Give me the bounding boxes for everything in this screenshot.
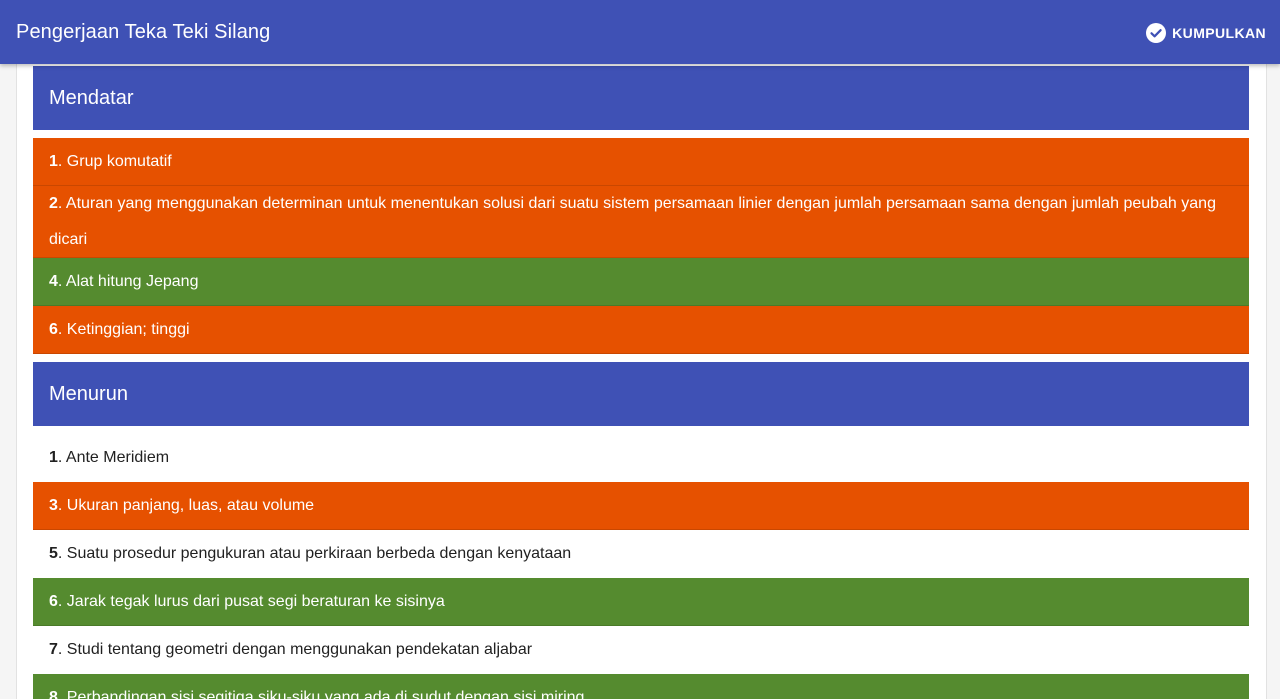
clue-text: . Alat hitung Jepang [57, 273, 199, 290]
submit-button[interactable]: KUMPULKAN [1146, 22, 1266, 44]
across-clue-1[interactable]: 1. Grup komutatif [33, 138, 1249, 186]
clue-text: . Jarak tegak lurus dari pusat segi bera… [57, 593, 445, 610]
clue-text: . Perbandingan sisi segitiga siku-siku y… [57, 689, 585, 699]
clue-number: 6 [49, 321, 58, 338]
clue-text: . Studi tentang geometri dengan mengguna… [57, 641, 533, 658]
across-clue-6[interactable]: 6. Ketinggian; tinggi [33, 306, 1249, 354]
across-clue-2[interactable]: 2. Aturan yang menggunakan determinan un… [33, 186, 1249, 258]
down-section: Menurun 1. Ante Meridiem 3. Ukuran panja… [33, 362, 1249, 699]
clue-text: . Ukuran panjang, luas, atau volume [57, 497, 315, 514]
clue-text: . Grup komutatif [57, 153, 172, 170]
clue-number: 8 [49, 689, 58, 699]
clue-number: 1 [49, 449, 58, 466]
clue-text: . Ketinggian; tinggi [57, 321, 190, 338]
clue-number: 1 [49, 153, 58, 170]
down-clue-8[interactable]: 8. Perbandingan sisi segitiga siku-siku … [33, 674, 1249, 699]
across-header: Mendatar [33, 66, 1249, 130]
clue-text: . Aturan yang menggunakan determinan unt… [49, 195, 1216, 248]
down-clue-1[interactable]: 1. Ante Meridiem [33, 434, 1249, 482]
page-title: Pengerjaan Teka Teki Silang [16, 21, 271, 43]
down-header: Menurun [33, 362, 1249, 426]
down-clue-7[interactable]: 7. Studi tentang geometri dengan menggun… [33, 626, 1249, 674]
clue-number: 6 [49, 593, 58, 610]
submit-button-label: KUMPULKAN [1172, 25, 1266, 41]
down-clue-6[interactable]: 6. Jarak tegak lurus dari pusat segi ber… [33, 578, 1249, 626]
clue-text: . Suatu prosedur pengukuran atau perkira… [57, 545, 572, 562]
across-section: Mendatar 1. Grup komutatif 2. Aturan yan… [33, 66, 1249, 354]
crossword-clues-panel: Mendatar 1. Grup komutatif 2. Aturan yan… [16, 64, 1267, 699]
clue-number: 7 [49, 641, 58, 658]
app-bar: Pengerjaan Teka Teki Silang KUMPULKAN [0, 0, 1280, 64]
clue-number: 2 [49, 195, 58, 212]
across-clue-4[interactable]: 4. Alat hitung Jepang [33, 258, 1249, 306]
clue-text: . Ante Meridiem [57, 449, 170, 466]
clue-number: 4 [49, 273, 58, 290]
clue-number: 5 [49, 545, 58, 562]
down-clue-5[interactable]: 5. Suatu prosedur pengukuran atau perkir… [33, 530, 1249, 578]
clue-number: 3 [49, 497, 58, 514]
check-circle-icon [1146, 23, 1167, 43]
down-clue-3[interactable]: 3. Ukuran panjang, luas, atau volume [33, 482, 1249, 530]
